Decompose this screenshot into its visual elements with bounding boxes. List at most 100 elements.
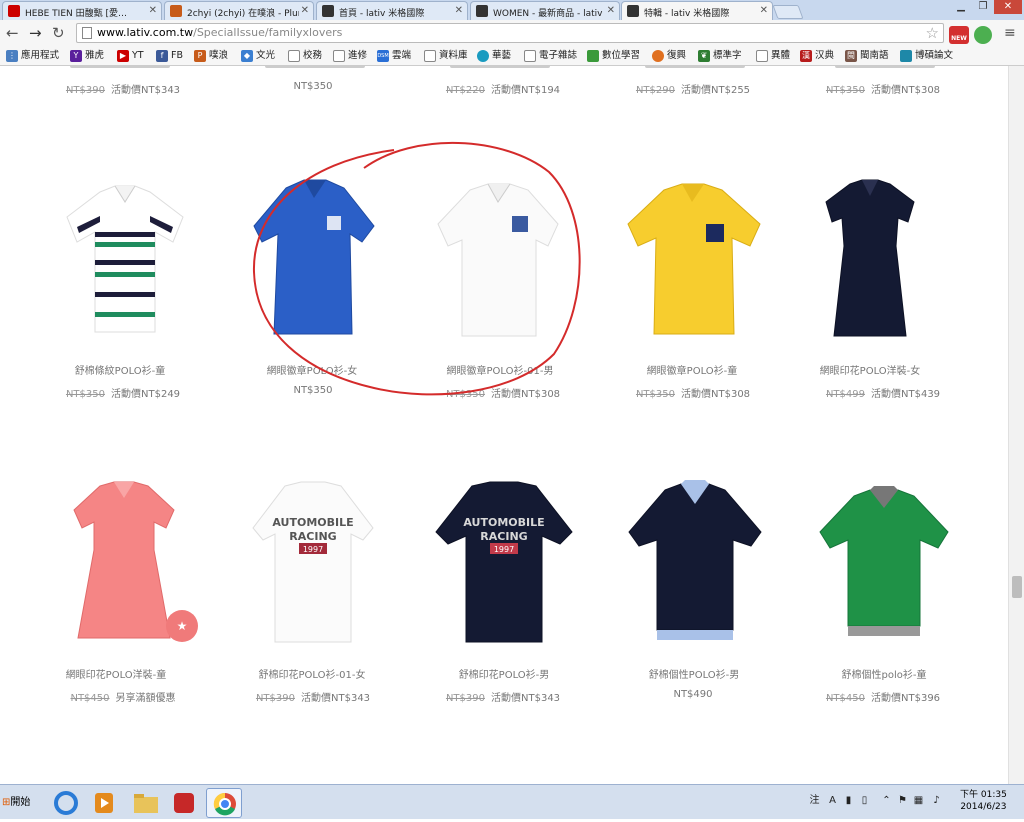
tray-icon[interactable]: ▮ xyxy=(842,794,855,807)
show-hidden-icons[interactable]: ⌃ xyxy=(880,794,893,807)
ime-icon[interactable]: 注 xyxy=(808,794,821,807)
bookmark-item[interactable]: 閩閩南語 xyxy=(845,49,889,63)
bookmark-item[interactable]: 博碩論文 xyxy=(900,49,953,63)
lativ-icon xyxy=(322,5,334,17)
striped-polo-image[interactable] xyxy=(55,182,195,352)
original-price: NT$290 xyxy=(635,85,675,96)
tab-lativ-home[interactable]: 首頁 - lativ 米格國際 ✕ xyxy=(316,1,468,20)
taskbar-ie[interactable] xyxy=(48,788,84,818)
extension-icon[interactable] xyxy=(974,26,992,44)
bookmark-label: 噗浪 xyxy=(209,50,229,61)
badge-star-icon: ★ xyxy=(166,610,198,642)
lativ-icon xyxy=(476,5,488,17)
bookmark-item[interactable]: 數位學習 xyxy=(587,49,640,63)
product-name[interactable]: 網眼徽章POLO衫-童 xyxy=(612,362,772,377)
dict-icon: 閩 xyxy=(845,50,857,62)
taskbar-app[interactable] xyxy=(166,788,202,818)
product-name[interactable]: 舒棉印花POLO衫-01-女 xyxy=(232,666,392,681)
product-name[interactable]: 網眼印花POLO洋裝-女 xyxy=(790,362,950,377)
sale-price: 另享滿額優惠 xyxy=(115,693,176,704)
bookmark-item[interactable]: ▶ YT xyxy=(117,49,144,63)
yellow-polo-image[interactable] xyxy=(622,180,762,350)
facebook-icon: f xyxy=(156,50,168,62)
minimize-icon[interactable]: ▁ xyxy=(950,0,972,14)
bookmark-label: 資料庫 xyxy=(439,50,468,61)
cut-off-product-name xyxy=(70,66,170,68)
bookmark-label: 汉典 xyxy=(815,50,835,61)
bookmark-item[interactable]: 電子雜誌 xyxy=(524,49,577,63)
navy-layered-polo-image[interactable] xyxy=(625,480,765,650)
url-text[interactable]: www.lativ.com.tw/SpecialIssue/familyxlov… xyxy=(97,26,342,39)
navy-racing-polo-image[interactable]: AUTOMOBILE RACING 1997 xyxy=(434,480,574,650)
bookmark-item[interactable]: DSM 雲端 xyxy=(377,49,411,63)
zdic-icon: 漢 xyxy=(800,50,812,62)
bookmark-item[interactable]: 資料庫 xyxy=(424,49,468,63)
bookmark-label: 電子雜誌 xyxy=(539,50,578,61)
tab-hebe[interactable]: HEBE TIEN 田馥甄 [愛… ✕ xyxy=(2,1,162,20)
font-icon[interactable]: A xyxy=(826,794,839,807)
taskbar-chrome[interactable] xyxy=(206,788,242,818)
white-racing-polo-image[interactable]: AUTOMOBILE RACING 1997 xyxy=(243,480,383,650)
window-close-icon[interactable]: ✕ xyxy=(994,0,1022,14)
close-icon[interactable]: ✕ xyxy=(146,5,157,16)
product-name[interactable]: 舒棉個性POLO衫-男 xyxy=(614,666,774,681)
sale-price: 活動價NT$343 xyxy=(111,85,181,96)
bookmark-item[interactable]: 漢汉典 xyxy=(800,49,834,63)
bookmark-item[interactable]: ◆ 文光 xyxy=(241,49,275,63)
bookmark-item[interactable]: 進修 xyxy=(333,49,367,63)
tab-label: 特輯 - lativ 米格國際 xyxy=(644,9,730,19)
bookmark-item[interactable]: Y 雅虎 xyxy=(70,49,104,63)
product-price: NT$450 活動價NT$396 xyxy=(808,689,958,704)
product-name[interactable]: 網眼印花POLO洋裝-童 xyxy=(36,666,196,681)
close-icon[interactable]: ✕ xyxy=(604,5,615,16)
bookmark-item[interactable]: f FB xyxy=(156,49,183,63)
menu-icon[interactable]: ≡ xyxy=(1004,24,1016,42)
clock-time: 下午 01:35 xyxy=(960,790,1007,800)
product-name[interactable]: 舒棉條紋POLO衫-童 xyxy=(40,362,200,377)
back-icon[interactable]: ← xyxy=(6,24,19,42)
system-clock[interactable]: 下午 01:35 2014/6/23 xyxy=(960,789,1007,813)
bookmark-item[interactable]: P 噗浪 xyxy=(194,49,228,63)
network-icon[interactable]: ▦ xyxy=(912,794,925,807)
print-text: RACING xyxy=(480,530,527,543)
product-price: NT$220 活動價NT$194 xyxy=(428,81,578,96)
close-icon[interactable]: ✕ xyxy=(452,5,463,16)
bookmark-star-icon[interactable]: ☆ xyxy=(926,24,939,42)
tab-lativ-special[interactable]: 特輯 - lativ 米格國際 ✕ xyxy=(621,1,773,20)
restore-icon[interactable]: ❐ xyxy=(972,0,994,14)
navy-dress-image[interactable] xyxy=(800,176,940,346)
close-icon[interactable]: ✕ xyxy=(298,5,309,16)
tab-label: HEBE TIEN 田馥甄 [愛… xyxy=(25,9,127,19)
product-price: NT$390 活動價NT$343 xyxy=(48,81,198,96)
close-icon[interactable]: ✕ xyxy=(757,5,768,16)
bookmark-item[interactable]: 校務 xyxy=(288,49,322,63)
bookmark-label: 復興 xyxy=(667,50,687,61)
new-extension-icon[interactable]: NEW xyxy=(949,26,969,44)
original-price: NT$499 xyxy=(825,389,865,400)
bookmark-item[interactable]: 異體 xyxy=(756,49,790,63)
bookmark-item[interactable]: 復興 xyxy=(652,49,686,63)
flag-icon[interactable]: ⚑ xyxy=(896,794,909,807)
vertical-scrollbar[interactable] xyxy=(1008,66,1024,784)
media-player-icon xyxy=(95,793,113,813)
taskbar-media[interactable] xyxy=(86,788,122,818)
forward-icon[interactable]: → xyxy=(29,24,42,42)
product-name[interactable]: 舒棉印花POLO衫-男 xyxy=(424,666,584,681)
folder-icon xyxy=(134,794,158,813)
new-tab-button[interactable] xyxy=(772,5,804,19)
bookmark-item[interactable]: ❦ 標準字 xyxy=(698,49,742,63)
product-name[interactable]: 舒棉個性polo衫-童 xyxy=(804,666,964,681)
scrollbar-thumb[interactable] xyxy=(1012,576,1022,598)
reload-icon[interactable]: ↻ xyxy=(52,24,65,42)
tab-plurk[interactable]: 2chyi (2chyi) 在噗浪 - Plurk ✕ xyxy=(164,1,314,20)
address-bar[interactable]: www.lativ.com.tw/SpecialIssue/familyxlov… xyxy=(76,23,944,43)
bookmark-item[interactable]: ⋮ 應用程式 xyxy=(6,49,59,63)
bookmark-item[interactable]: 華藝 xyxy=(477,49,511,63)
tab-lativ-women[interactable]: WOMEN - 最新商品 - lativ ✕ xyxy=(470,1,620,20)
start-button[interactable]: ⊞開始 xyxy=(2,793,30,808)
green-layered-polo-image[interactable] xyxy=(814,486,954,656)
tray-icon[interactable]: ▯ xyxy=(858,794,871,807)
taskbar-explorer[interactable] xyxy=(128,788,164,818)
bookmark-label: 博碩論文 xyxy=(915,50,954,61)
volume-icon[interactable]: ♪ xyxy=(930,794,943,807)
